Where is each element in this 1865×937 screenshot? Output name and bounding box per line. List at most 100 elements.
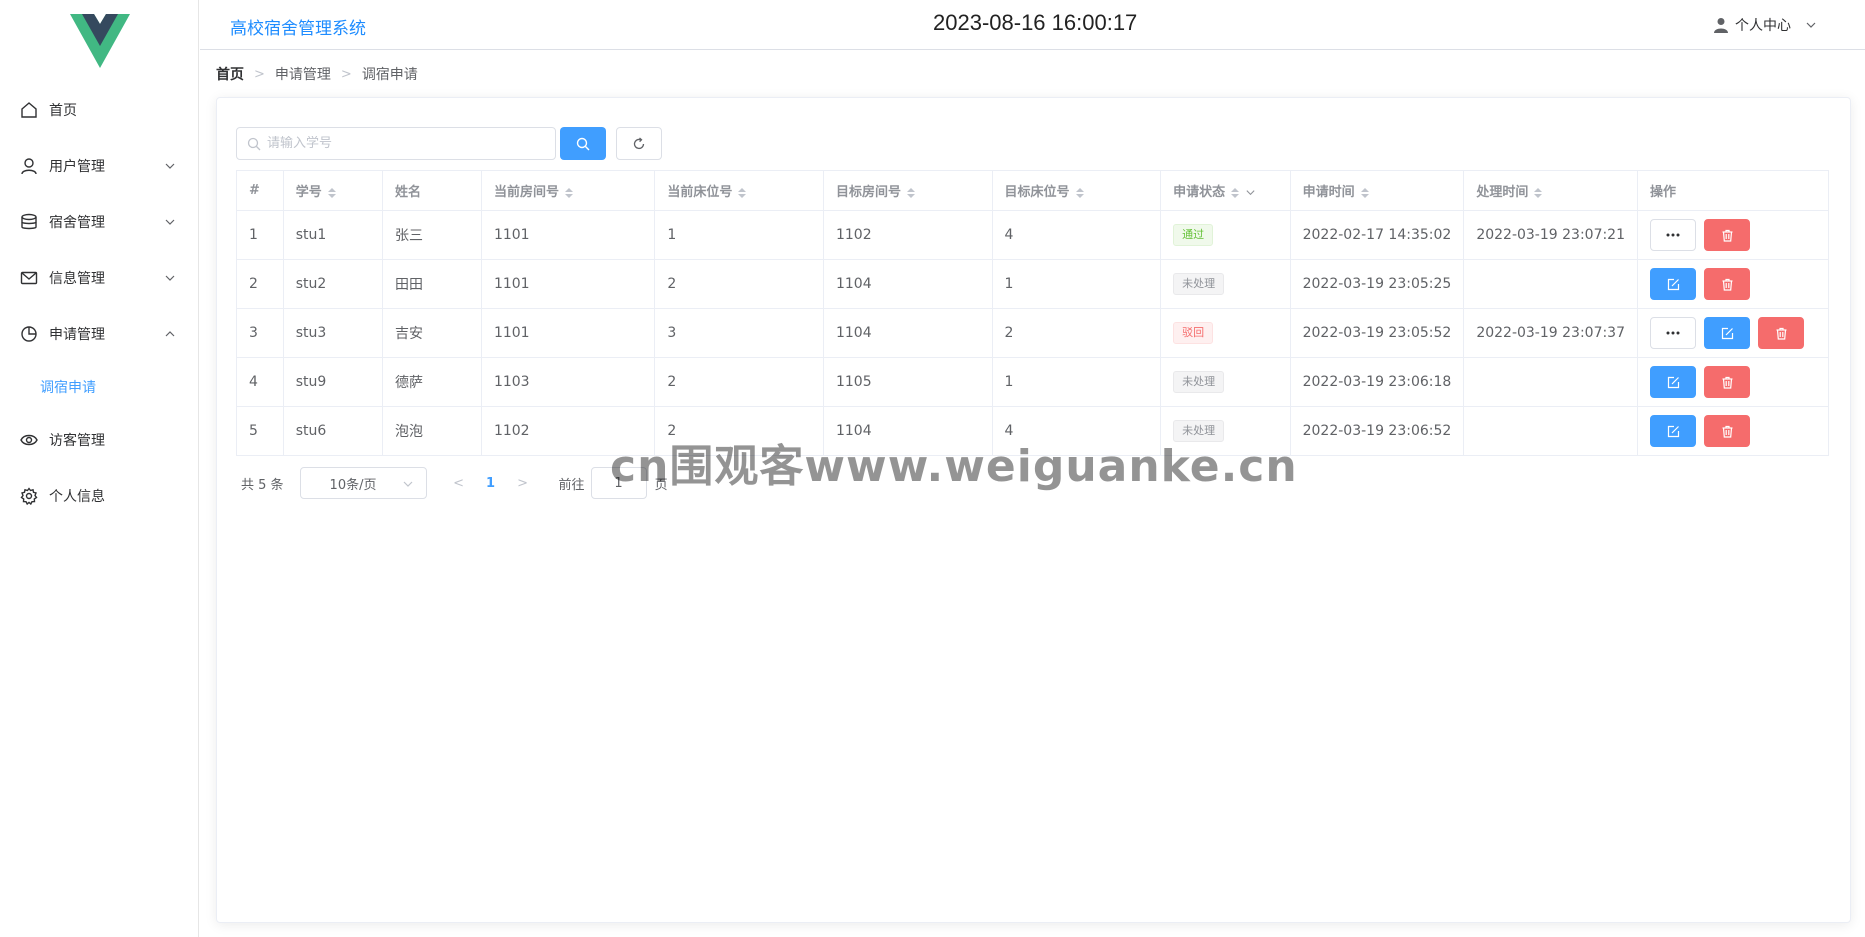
column-header-student-id[interactable]: 学号	[282, 170, 383, 211]
reset-button[interactable]	[616, 127, 662, 160]
page-unit-label: 页	[654, 477, 668, 493]
column-header-index: #	[236, 170, 284, 211]
cell-handle-time: 2022-03-19 23:07:37	[1463, 308, 1639, 358]
submenu-item-dorm-transfer[interactable]: 调宿申请	[0, 362, 198, 412]
trash-icon	[1722, 229, 1733, 242]
prev-page-button[interactable]: <	[445, 476, 473, 491]
sidebar-item-label: 访客管理	[49, 433, 105, 449]
delete-button[interactable]	[1758, 317, 1805, 349]
sidebar-item-profile[interactable]: 个人信息	[0, 468, 198, 524]
user-avatar-icon	[1714, 18, 1728, 33]
sidebar-item-label: 首页	[49, 103, 77, 119]
sidebar-item-dorms[interactable]: 宿舍管理	[0, 194, 198, 250]
column-header-handle-time[interactable]: 处理时间	[1463, 170, 1639, 211]
breadcrumb-home[interactable]: 首页	[216, 64, 244, 84]
more-icon	[1666, 233, 1680, 237]
edit-button[interactable]	[1704, 317, 1751, 349]
page-jumper-input[interactable]: 1	[590, 467, 647, 499]
column-header-current-room[interactable]: 当前房间号	[480, 170, 656, 211]
cell-target-room: 1105	[822, 357, 993, 407]
search-field[interactable]	[236, 127, 556, 160]
page-size-value: 10条/页	[329, 477, 377, 493]
cell-current-bed: 3	[654, 308, 824, 358]
sidebar: 首页 用户管理 宿舍管理 信息管理 申请管理 调宿申请 访客管理 个人信息	[0, 0, 199, 937]
edit-icon	[1721, 327, 1733, 339]
sidebar-item-label: 申请管理	[49, 327, 105, 343]
sidebar-item-users[interactable]: 用户管理	[0, 138, 198, 194]
sort-caret-icon[interactable]	[327, 187, 336, 199]
search-button[interactable]	[560, 127, 606, 160]
edit-button[interactable]	[1650, 268, 1697, 300]
user-menu-dropdown[interactable]: 个人中心	[1713, 15, 1817, 35]
cell-actions	[1637, 357, 1829, 407]
database-icon	[21, 213, 37, 230]
column-header-name: 姓名	[381, 170, 482, 211]
sidebar-item-home[interactable]: 首页	[0, 82, 198, 138]
table-row: 1 stu1 张三 1101 1 1102 4 通过 2022-02-17 14:35:02 20…	[236, 210, 1829, 260]
cell-target-room: 1104	[822, 259, 993, 309]
table-header-row: # 学号 姓名 当前房间号 当前床位号 目标房间号 目标床位号 申请状态 申请时…	[236, 170, 1829, 211]
delete-button[interactable]	[1704, 268, 1751, 300]
column-header-current-bed[interactable]: 当前床位号	[654, 170, 824, 211]
top-header: 高校宿舍管理系统 2023-08-16 16:00:17 个人中心	[200, 0, 1865, 50]
cell-current-room: 1101	[480, 210, 656, 260]
breadcrumb-separator-icon: >	[254, 66, 265, 82]
mail-icon	[20, 271, 38, 285]
cell-apply-time: 2022-03-19 23:05:52	[1289, 308, 1465, 358]
sidebar-item-info[interactable]: 信息管理	[0, 250, 198, 306]
column-header-target-room[interactable]: 目标房间号	[822, 170, 993, 211]
cell-current-room: 1103	[480, 357, 656, 407]
column-header-status[interactable]: 申请状态	[1160, 170, 1291, 211]
delete-button[interactable]	[1704, 219, 1751, 251]
cell-actions	[1637, 210, 1829, 260]
chevron-down-icon	[165, 275, 175, 281]
sort-caret-icon[interactable]	[738, 187, 747, 199]
sort-caret-icon[interactable]	[1075, 187, 1084, 199]
cell-target-bed: 1	[991, 259, 1162, 309]
next-page-button[interactable]: >	[509, 476, 537, 491]
table-row: 2 stu2 田田 1101 2 1104 1 未处理 2022-03-19 23:05:25	[236, 259, 1829, 309]
sidebar-item-label: 用户管理	[49, 159, 105, 175]
table-row: 5 stu6 泡泡 1102 2 1104 4 未处理 2022-03-19 23:06:52	[236, 406, 1829, 456]
cell-status: 未处理	[1160, 406, 1291, 456]
table-row: 3 stu3 吉安 1101 3 1104 2 驳回 2022-03-19 23:05:52 20…	[236, 308, 1829, 358]
table-row: 4 stu9 德萨 1103 2 1105 1 未处理 2022-03-19 23:06:18	[236, 357, 1829, 407]
column-header-apply-time[interactable]: 申请时间	[1289, 170, 1465, 211]
sort-caret-icon[interactable]	[1534, 187, 1543, 199]
delete-button[interactable]	[1704, 366, 1751, 398]
cell-student-id: stu9	[282, 357, 383, 407]
delete-button[interactable]	[1704, 415, 1751, 447]
user-menu-label: 个人中心	[1735, 18, 1791, 34]
sidebar-item-visitors[interactable]: 访客管理	[0, 412, 198, 468]
sort-caret-icon[interactable]	[564, 187, 573, 199]
applications-table: # 学号 姓名 当前房间号 当前床位号 目标房间号 目标床位号 申请状态 申请时…	[236, 170, 1829, 456]
breadcrumb: 首页 > 申请管理 > 调宿申请	[216, 64, 418, 84]
chevron-down-icon	[1806, 22, 1816, 28]
cell-apply-time: 2022-03-19 23:06:18	[1289, 357, 1465, 407]
search-icon	[576, 137, 590, 150]
sort-caret-icon[interactable]	[1231, 187, 1240, 199]
cell-index: 3	[236, 308, 284, 358]
filter-dropdown-icon[interactable]	[1245, 187, 1256, 198]
page-number-current[interactable]: 1	[477, 476, 505, 491]
edit-button[interactable]	[1650, 366, 1697, 398]
column-header-target-bed[interactable]: 目标床位号	[991, 170, 1162, 211]
cell-student-id: stu6	[282, 406, 383, 456]
more-button[interactable]	[1650, 317, 1697, 349]
more-button[interactable]	[1650, 219, 1697, 251]
cell-current-bed: 2	[654, 406, 824, 456]
cell-student-id: stu2	[282, 259, 383, 309]
edit-button[interactable]	[1650, 415, 1697, 447]
sidebar-item-applications[interactable]: 申请管理	[0, 306, 198, 362]
status-badge: 未处理	[1173, 420, 1225, 442]
cell-target-bed: 4	[991, 210, 1162, 260]
cell-target-bed: 4	[991, 406, 1162, 456]
status-badge: 未处理	[1173, 273, 1225, 295]
cell-apply-time: 2022-02-17 14:35:02	[1289, 210, 1465, 260]
page-size-select[interactable]: 10条/页	[299, 467, 427, 499]
search-input[interactable]	[267, 136, 555, 151]
cell-current-room: 1102	[480, 406, 656, 456]
sort-caret-icon[interactable]	[906, 187, 915, 199]
sort-caret-icon[interactable]	[1360, 187, 1369, 199]
edit-icon	[1667, 376, 1679, 388]
